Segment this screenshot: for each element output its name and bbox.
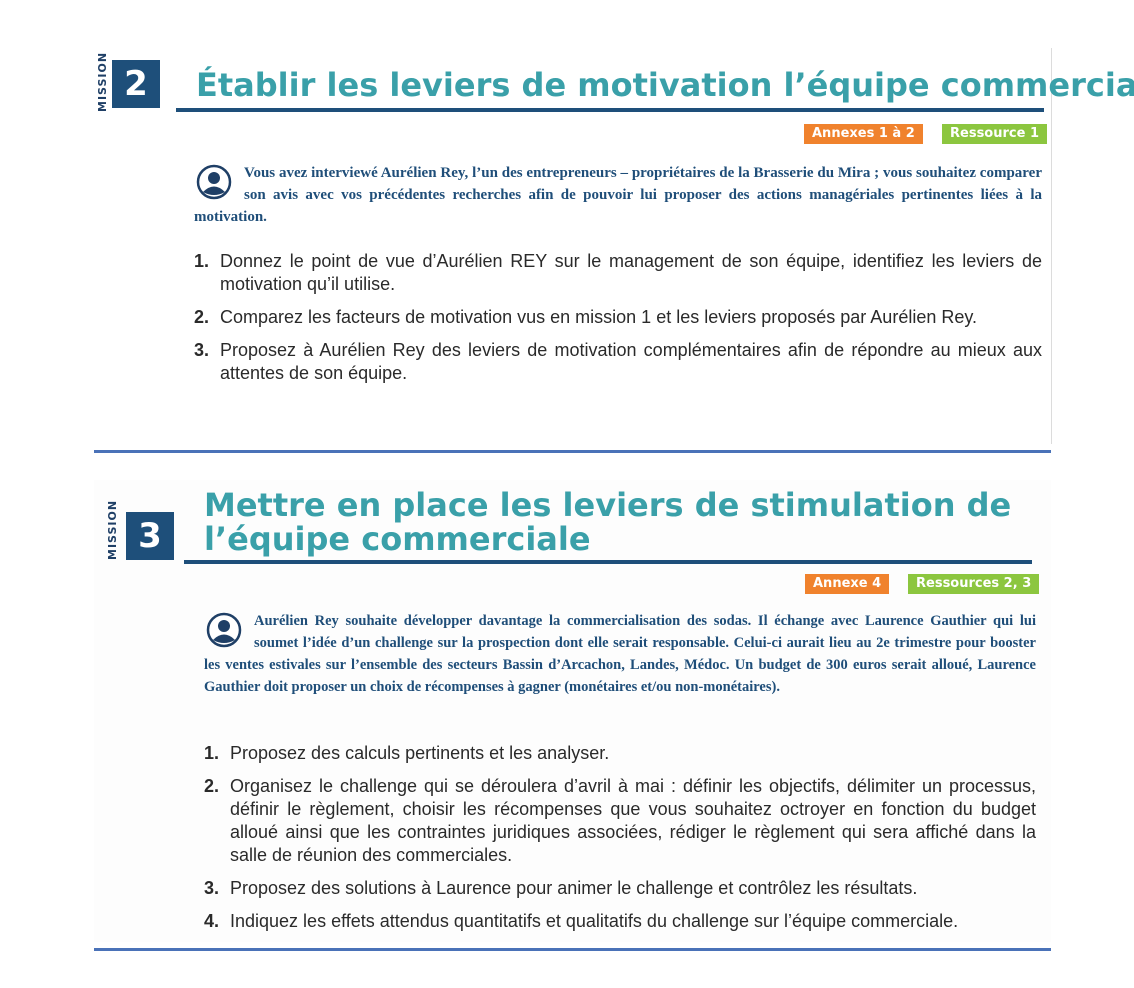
mission-intro-text: Aurélien Rey souhaite développer davanta…: [204, 613, 1036, 695]
mission-3-panel: MISSION 3 Mettre en place les leviers de…: [94, 480, 1051, 942]
question-list: 1. Donnez le point de vue d’Aurélien REY …: [194, 250, 1042, 395]
question-item: 1. Donnez le point de vue d’Aurélien REY …: [194, 251, 1042, 294]
ressource-tag: Ressource 1: [942, 124, 1047, 144]
question-item: 3. Proposez à Aurélien Rey des leviers de…: [194, 340, 1042, 383]
section-separator: [94, 948, 1051, 951]
question-item: 3. Proposez des solutions à Laurence pour…: [204, 878, 918, 898]
question-item: 1. Proposez des calculs pertinents et les…: [204, 743, 610, 763]
mission-number-box: 2: [112, 60, 160, 108]
user-avatar-icon: [206, 612, 242, 648]
mission-intro-text: Vous avez interviewé Aurélien Rey, l’un …: [194, 165, 1042, 225]
mission-label: MISSION: [106, 499, 119, 560]
user-avatar-icon: [196, 164, 232, 200]
question-item: 2. Organisez le challenge qui se dérouler…: [204, 776, 1036, 865]
mission-title: Établir les leviers de motivation l’équi…: [196, 66, 1134, 104]
question-item: 2. Comparez les facteurs de motivation vu…: [194, 307, 978, 327]
title-underline: [184, 560, 1032, 564]
mission-label: MISSION: [96, 51, 109, 112]
ressources-tag: Ressources 2, 3: [908, 574, 1040, 594]
title-underline: [176, 108, 1044, 112]
mission-intro: Vous avez interviewé Aurélien Rey, l’un …: [194, 162, 1042, 228]
mission-intro: Aurélien Rey souhaite développer davanta…: [204, 610, 1036, 698]
question-item: 4. Indiquez les effets attendus quantitat…: [204, 911, 959, 931]
mission-number-box: 3: [126, 512, 174, 560]
mission-title: Mettre en place les leviers de stimulati…: [204, 486, 1012, 558]
section-separator: [94, 450, 1051, 453]
annexes-tag: Annexes 1 à 2: [804, 124, 923, 144]
mission-2-panel: MISSION 2 Établir les leviers de motivat…: [94, 48, 1134, 444]
annexe-tag: Annexe 4: [805, 574, 890, 594]
question-list: 1. Proposez des calculs pertinents et les…: [204, 742, 1036, 943]
